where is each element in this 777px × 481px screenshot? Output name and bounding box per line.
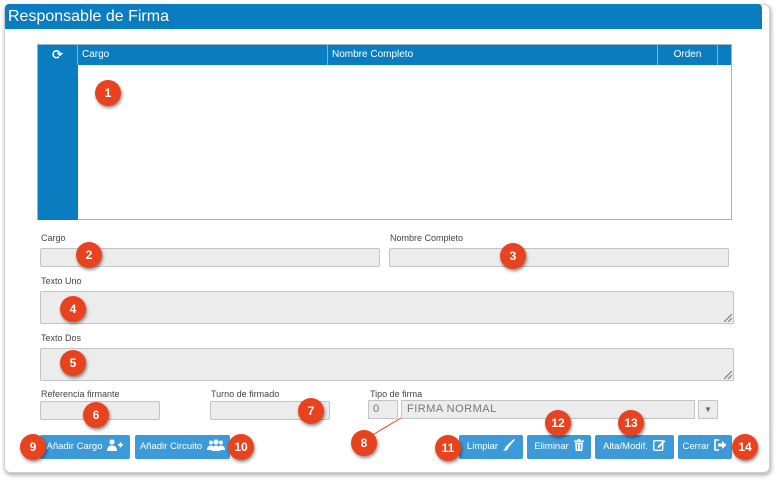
callout-badge-13: 13 [618,410,644,436]
callout-badge-5: 5 [60,350,86,376]
callout-badge-2: 2 [76,242,102,268]
callout-badge-4: 4 [60,296,86,322]
callout-badge-1: 1 [95,80,121,106]
callout-badge-7: 7 [298,398,324,424]
callout-badge-14: 14 [732,434,758,460]
callout-badge-8: 8 [351,430,377,456]
callout-badge-11: 11 [435,435,461,461]
callout-pointer-line [363,417,402,441]
callout-badge-6: 6 [83,402,109,428]
callout-badge-12: 12 [545,410,571,436]
callout-badge-10: 10 [228,434,254,460]
callout-badge-3: 3 [500,243,526,269]
callout-badge-9: 9 [20,434,46,460]
